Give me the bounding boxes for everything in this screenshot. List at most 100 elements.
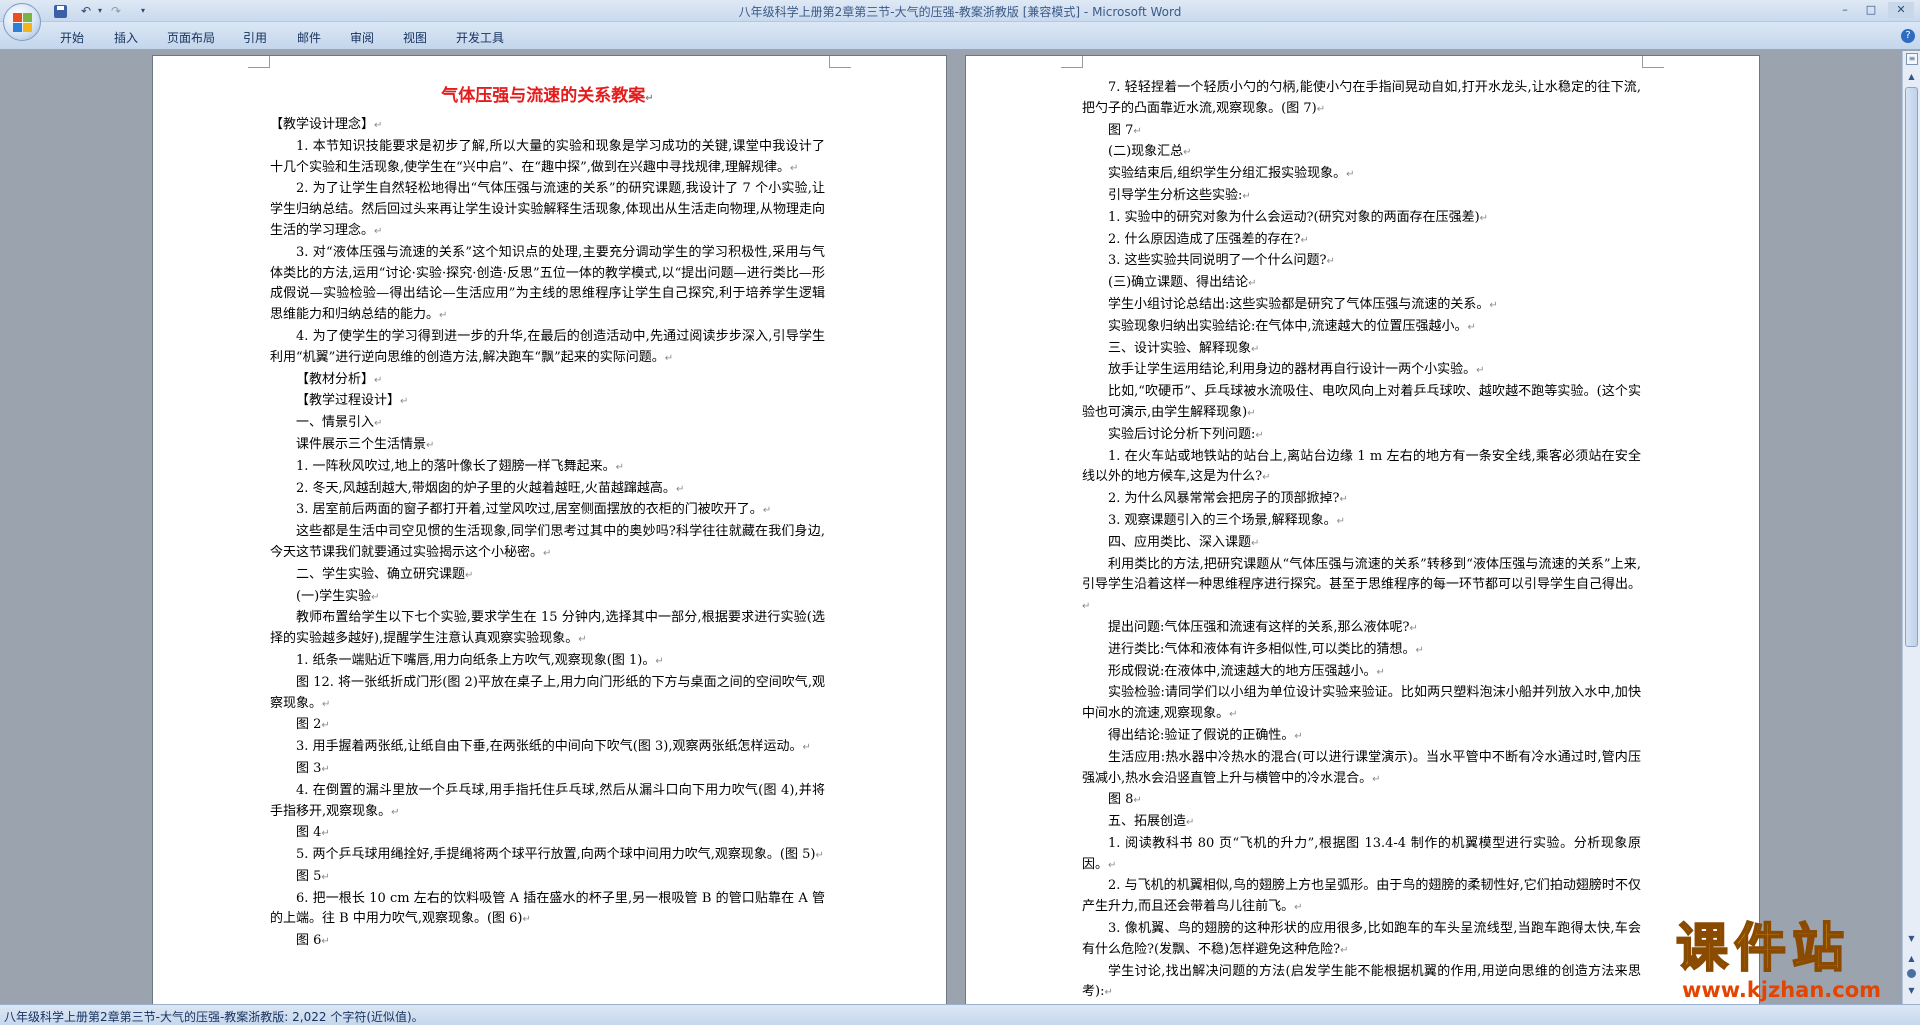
paragraph-text: 7. 轻轻捏着一个轻质小勺的勺柄,能使小勺在手指间晃动自如,打开水龙头,让水稳定… (1082, 80, 1641, 116)
tab-insert[interactable]: 插入 (114, 29, 138, 46)
document-paragraph: 1. 实验中的研究对象为什么会运动?(研究对象的两面存在压强差)↵ (1082, 208, 1641, 230)
minimize-button[interactable]: – (1834, 2, 1856, 18)
document-paragraph: 实验检验:请同学们以小组为单位设计实验来验证。比如两只塑料泡沫小船并列放入水中,… (1082, 683, 1641, 726)
document-paragraph: 2. 冬天,风越刮越大,带烟囱的炉子里的火越着越旺,火苗越蹿越高。↵ (270, 479, 825, 501)
paragraph-mark-icon: ↵ (439, 310, 448, 322)
document-paragraph: 1. 在火车站或地铁站的站台上,离站台边缘 1 m 左右的地方有一条安全线,乘客… (1082, 447, 1641, 490)
paragraph-text: 【教材分析】 (296, 371, 375, 387)
scroll-thumb[interactable] (1905, 87, 1918, 647)
document-page-right[interactable]: 7. 轻轻捏着一个轻质小勺的勺柄,能使小勺在手指间晃动自如,打开水龙头,让水稳定… (965, 55, 1760, 1004)
paragraph-mark-icon: ↵ (675, 483, 685, 495)
document-paragraph: 2. 为什么风暴常常会把房子的顶部掀掉?↵ (1082, 489, 1641, 511)
close-button[interactable]: ✕ (1888, 2, 1914, 18)
paragraph-mark-icon: ↵ (664, 352, 674, 364)
paragraph-mark-icon: ↵ (322, 698, 331, 710)
paragraph-mark-icon: ↵ (374, 225, 383, 237)
paragraph-text: 1. 一阵秋风吹过,地上的落叶像长了翅膀一样飞舞起来。 (296, 458, 616, 474)
paragraph-mark-icon: ↵ (1104, 987, 1113, 999)
document-paragraph: 实验后讨论分析下列问题:↵ (1082, 425, 1641, 447)
document-paragraph: 6. 把一根长 10 cm 左右的饮料吸管 A 插在盛水的杯子里,另一根吸管 B… (270, 889, 825, 932)
document-paragraph: 3. 这些实验共同说明了一个什么问题?↵ (1082, 251, 1641, 273)
watermark-url: www.kjzhan.com (1682, 978, 1882, 1002)
tab-developer[interactable]: 开发工具 (456, 29, 504, 46)
paragraph-mark-icon: ↵ (1316, 103, 1326, 115)
paragraph-mark-icon: ↵ (1346, 169, 1355, 181)
paragraph-mark-icon: ↵ (1251, 537, 1260, 549)
tab-home[interactable]: 开始 (60, 29, 84, 46)
scroll-up-icon[interactable]: ▲ (1903, 69, 1920, 85)
paragraph-mark-icon: ↵ (1133, 795, 1142, 807)
paragraph-mark-icon: ↵ (321, 871, 330, 883)
paragraph-text: 实验结束后,组织学生分组汇报实验现象。 (1108, 166, 1347, 182)
paragraph-text: 放手让学生运用结论,利用身边的器材再自行设计一两个小实验。 (1108, 362, 1477, 378)
paragraph-text: 图 5 (296, 868, 322, 884)
document-paragraph: 放手让学生运用结论,利用身边的器材再自行设计一两个小实验。↵ (1082, 360, 1641, 382)
paragraph-mark-icon: ↵ (1300, 234, 1309, 246)
paragraph-mark-icon: ↵ (1409, 622, 1418, 634)
document-paragraph: (三)确立课题、得出结论↵ (1082, 273, 1641, 295)
paragraph-text: 1. 本节知识技能要求是初步了解,所以大量的实验和现象是学习成功的关键,课堂中我… (270, 138, 825, 175)
help-icon[interactable]: ? (1901, 29, 1915, 43)
paragraph-text: 2. 与飞机的机翼相似,鸟的翅膀上方也呈弧形。由于鸟的翅膀的柔韧性好,它们拍动翅… (1082, 878, 1641, 915)
paragraph-mark-icon: ↵ (1467, 321, 1476, 333)
tab-mailings[interactable]: 邮件 (297, 29, 321, 46)
page-body[interactable]: 7. 轻轻捏着一个轻质小勺的勺柄,能使小勺在手指间晃动自如,打开水龙头,让水稳定… (1082, 78, 1641, 1004)
paragraph-mark-icon: ↵ (1340, 944, 1349, 956)
paragraph-mark-icon: ↵ (1489, 299, 1498, 311)
paragraph-text: (二)现象汇总 (1108, 144, 1184, 160)
paragraph-mark-icon: ↵ (1133, 125, 1142, 137)
paragraph-text: 图 3 (296, 760, 322, 776)
paragraph-text: 4. 在倒置的漏斗里放一个乒乓球,用手指托住乒乓球,然后从漏斗口向下用力吹气(图… (270, 782, 825, 819)
paragraph-text: 学生小组讨论总结出:这些实验都是研究了气体压强与流速的关系。 (1108, 296, 1490, 312)
document-paragraph: 进行类比:气体和液体有许多相似性,可以类比的猜想。↵ (1082, 640, 1641, 662)
document-paragraph: 三、设计实验、解释现象↵ (1082, 339, 1641, 361)
tab-review[interactable]: 审阅 (350, 29, 374, 46)
paragraph-mark-icon: ↵ (1251, 343, 1260, 355)
paragraph-mark-icon: ↵ (1108, 859, 1117, 871)
document-paragraph: 2. 为了让学生自然轻松地得出“气体压强与流速的关系”的研究课题,我设计了 7 … (270, 179, 825, 242)
document-workspace: 气体压强与流速的关系教案↵ 【教学设计理念】↵ 1. 本节知识技能要求是初步了解,… (0, 51, 1902, 1004)
document-paragraph: 图 12. 将一张纸折成门形(图 2)平放在桌子上,用力向门形纸的下方与桌面之间… (270, 673, 825, 716)
document-paragraph: 五、拓展创造↵ (1082, 812, 1641, 834)
document-paragraph: 二、学生实验、确立研究课题↵ (270, 565, 825, 587)
paragraph-mark-icon: ↵ (321, 936, 330, 948)
paragraph-mark-icon: ↵ (1186, 817, 1195, 829)
crop-mark (1061, 56, 1083, 68)
paragraph-text: 教师布置给学生以下七个实验,要求学生在 15 分钟内,选择其中一部分,根据要求进… (270, 610, 825, 647)
page-body[interactable]: 气体压强与流速的关系教案↵ 【教学设计理念】↵ 1. 本节知识技能要求是初步了解,… (270, 82, 825, 953)
paragraph-text: 图 12. 将一张纸折成门形(图 2)平放在桌子上,用力向门形纸的下方与桌面之间… (270, 674, 825, 711)
paragraph-text: 4. 为了使学生的学习得到进一步的升华,在最后的创造活动中,先通过阅读步步深入,… (270, 328, 825, 365)
paragraph-mark-icon: ↵ (1336, 515, 1346, 527)
vertical-scrollbar[interactable]: ≡ ▲ ▼ ▲ ▼ (1902, 51, 1920, 1004)
document-paragraph: 5. 两个乒乓球用绳拴好,手提绳将两个球平行放置,向两个球中间用力吹气,观察现象… (270, 845, 825, 867)
tab-view[interactable]: 视图 (403, 29, 427, 46)
tab-page-layout[interactable]: 页面布局 (167, 29, 215, 46)
paragraph-mark-icon: ↵ (1183, 147, 1192, 159)
paragraph-text: 1. 阅读教科书 80 页“飞机的升力”,根据图 13.4-4 制作的机翼模型进… (1082, 835, 1641, 872)
watermark-title: 课件站 (1675, 919, 1851, 979)
paragraph-mark-icon: ↵ (655, 655, 664, 667)
paragraph-text: 引导学生分析这些实验: (1108, 187, 1243, 203)
paragraph-mark-icon: ↵ (645, 93, 654, 104)
document-paragraph: 这些都是生活中司空见惯的生活现象,同学们思考过其中的奥妙吗?科学往往就藏在我们身… (270, 522, 825, 565)
maximize-button[interactable]: □ (1860, 2, 1882, 18)
document-paragraph: 形成假说:在液体中,流速越大的地方压强越小。↵ (1082, 662, 1641, 684)
paragraph-mark-icon: ↵ (1326, 256, 1335, 268)
paragraph-text: 1. 纸条一端贴近下嘴唇,用力向纸条上方吹气,观察现象(图 1)。 (296, 652, 656, 668)
document-paragraph: 2. 与飞机的机翼相似,鸟的翅膀上方也呈弧形。由于鸟的翅膀的柔韧性好,它们拍动翅… (1082, 876, 1641, 919)
document-paragraph: 1. 一阵秋风吹过,地上的落叶像长了翅膀一样飞舞起来。↵ (270, 457, 825, 479)
document-paragraph: 3. 观察课题引入的三个场景,解释现象。↵ (1082, 511, 1641, 533)
paragraph-text: 形成假说:在液体中,流速越大的地方压强越小。 (1108, 663, 1377, 679)
paragraph-mark-icon: ↵ (1242, 190, 1251, 202)
paragraph-mark-icon: ↵ (1247, 407, 1256, 419)
tab-references[interactable]: 引用 (243, 29, 267, 46)
document-paragraph: 提出问题:气体压强和流速有这样的关系,那么液体呢?↵ (1082, 618, 1641, 640)
paragraph-text: 【教学设计理念】 (270, 117, 375, 132)
document-page-left[interactable]: 气体压强与流速的关系教案↵ 【教学设计理念】↵ 1. 本节知识技能要求是初步了解,… (152, 55, 947, 1004)
paragraph-text: 得出结论:验证了假说的正确性。 (1108, 727, 1295, 743)
document-paragraph: 4. 在倒置的漏斗里放一个乒乓球,用手指托住乒乓球,然后从漏斗口向下用力吹气(图… (270, 781, 825, 824)
paragraph-mark-icon: ↵ (321, 828, 330, 840)
paragraph-mark-icon: ↵ (1248, 278, 1257, 290)
office-button[interactable] (3, 3, 41, 41)
view-ruler-icon[interactable]: ≡ (1906, 53, 1918, 65)
